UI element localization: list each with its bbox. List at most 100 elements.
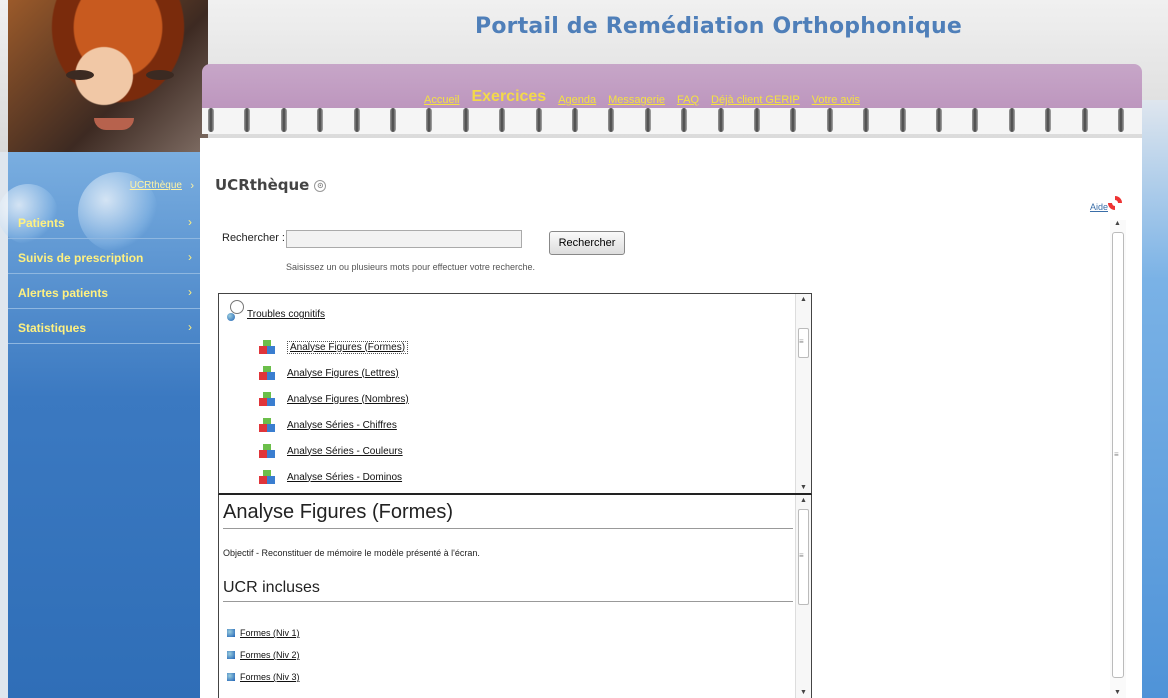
right-decorative-strip xyxy=(1142,100,1168,698)
scroll-up-icon[interactable]: ▲ xyxy=(1114,220,1121,227)
scroll-down-icon[interactable]: ▼ xyxy=(800,484,807,491)
spiral-ring xyxy=(535,108,542,132)
cubes-icon xyxy=(259,470,275,484)
scroll-down-icon[interactable]: ▼ xyxy=(1114,689,1121,696)
tree-root: Troubles cognitifs xyxy=(227,300,325,321)
site-title: Portail de Remédiation Orthophonique xyxy=(475,14,962,39)
header: Portail de Remédiation Orthophonique Acc… xyxy=(0,0,1168,152)
sidebar-item-suivis[interactable]: Suivis de prescription › xyxy=(8,239,200,274)
tree-item[interactable]: Analyse Séries - Dominos xyxy=(259,464,409,490)
spiral-ring xyxy=(572,108,578,132)
sidebar-item-alertes[interactable]: Alertes patients › xyxy=(8,274,200,309)
sidebar-menu: Patients › Suivis de prescription › Aler… xyxy=(8,204,200,344)
spiral-ring xyxy=(244,108,251,132)
chevron-right-icon: › xyxy=(188,320,192,334)
tree-item-link[interactable]: Analyse Séries - Chiffres xyxy=(287,420,397,431)
detail-scrollbar[interactable]: ▲ ≡ ▼ xyxy=(795,495,811,698)
app-page: Portail de Remédiation Orthophonique Acc… xyxy=(0,0,1168,698)
tree-scrollbar[interactable]: ▲ ≡ ▼ xyxy=(795,294,811,493)
spiral-ring xyxy=(754,108,760,132)
spiral-band xyxy=(202,108,1142,134)
included-link[interactable]: Formes (Niv 3) xyxy=(240,672,300,682)
tree-item[interactable]: Analyse Séries - Chiffres xyxy=(259,412,409,438)
spiral-ring xyxy=(390,108,396,132)
lifebuoy-icon[interactable] xyxy=(1108,196,1122,210)
spiral-ring xyxy=(426,108,433,132)
spiral-ring xyxy=(499,108,506,132)
tree-item-link[interactable]: Analyse Figures (Lettres) xyxy=(287,368,399,379)
spiral-ring xyxy=(863,108,870,132)
top-nav: Accueil Exercices Agenda Messagerie FAQ … xyxy=(418,78,866,106)
tree-item-link[interactable]: Analyse Figures (Nombres) xyxy=(287,394,409,405)
spiral-ring xyxy=(208,108,214,132)
photo-mouth xyxy=(94,118,134,130)
sidebar-item-label: Patients xyxy=(18,216,65,230)
chevron-right-icon: › xyxy=(188,250,192,264)
sidebar-item-statistiques[interactable]: Statistiques › xyxy=(8,309,200,344)
sidebar: UCRthèque › Patients › Suivis de prescri… xyxy=(0,152,200,698)
tree-item-link[interactable]: Analyse Séries - Couleurs xyxy=(287,446,403,457)
spiral-ring xyxy=(826,108,833,132)
header-photo xyxy=(8,0,208,152)
scroll-up-icon[interactable]: ▲ xyxy=(800,296,807,303)
bullet-icon xyxy=(227,673,235,681)
spiral-ring xyxy=(899,108,906,132)
cubes-icon xyxy=(259,418,275,432)
spiral-ring xyxy=(717,108,724,132)
search-input[interactable] xyxy=(286,230,522,248)
tree-item[interactable]: Analyse Figures (Formes) xyxy=(259,334,409,360)
nav-messagerie[interactable]: Messagerie xyxy=(608,94,665,106)
nav-faq[interactable]: FAQ xyxy=(677,94,699,106)
spiral-ring xyxy=(1045,108,1052,132)
included-title: UCR incluses xyxy=(223,579,793,602)
sidebar-item-label: Suivis de prescription xyxy=(18,251,144,265)
search-button[interactable]: Rechercher xyxy=(549,231,625,255)
sidebar-item-label: Statistiques xyxy=(18,321,87,335)
sidebar-item-patients[interactable]: Patients › xyxy=(8,204,200,239)
tree-item[interactable]: Analyse Séries - Couleurs xyxy=(259,438,409,464)
tree-items: Analyse Figures (Formes) Analyse Figures… xyxy=(259,334,409,493)
ucr-detail-panel: Analyse Figures (Formes) Objectif - Reco… xyxy=(218,495,812,698)
page-title-text: UCRthèque xyxy=(215,176,310,194)
scroll-down-icon[interactable]: ▼ xyxy=(800,689,807,696)
spiral-ring xyxy=(790,108,797,132)
tree-item-link[interactable]: Analyse Figures (Formes) xyxy=(287,340,409,354)
spiral-ring xyxy=(681,108,688,132)
included-link[interactable]: Formes (Niv 1) xyxy=(240,628,300,638)
tree-item-link[interactable]: Analyse Séries - Dominos xyxy=(287,472,402,483)
chevron-right-icon: › xyxy=(188,285,192,299)
grip-icon: ≡ xyxy=(799,337,804,346)
nav-accueil[interactable]: Accueil xyxy=(424,94,459,106)
nav-votre-avis[interactable]: Votre avis xyxy=(812,94,860,106)
nav-exercices[interactable]: Exercices xyxy=(471,88,546,106)
ucr-tree-panel: Troubles cognitifs Analyse Figures (Form… xyxy=(218,293,812,495)
cubes-icon xyxy=(259,392,275,406)
included-link[interactable]: Formes (Niv 2) xyxy=(240,650,300,660)
help-link[interactable]: Aide xyxy=(1090,202,1108,212)
cubes-icon xyxy=(259,366,275,380)
circle-chevron-icon[interactable]: ⊙ xyxy=(314,179,327,192)
tree-item[interactable]: Analyse Figures (Nombres) xyxy=(259,386,409,412)
spiral-ring xyxy=(1118,108,1124,132)
page-title: UCRthèque ⊙ xyxy=(215,176,327,194)
nav-deja-client[interactable]: Déjà client GERIP xyxy=(711,94,800,106)
cubes-icon xyxy=(259,444,275,458)
list-item: Formes (Niv 2) xyxy=(227,644,300,666)
bullet-icon xyxy=(227,629,235,637)
spiral-ring xyxy=(462,108,469,132)
spiral-ring xyxy=(972,108,979,132)
nav-agenda[interactable]: Agenda xyxy=(558,94,596,106)
tree-item[interactable]: Analyse Figures (Lettres) xyxy=(259,360,409,386)
sidebar-item-label: Alertes patients xyxy=(18,286,109,300)
breadcrumb-arrow-icon: › xyxy=(190,180,194,192)
list-item: Formes (Niv 1) xyxy=(227,622,300,644)
search-label: Rechercher : xyxy=(222,232,285,244)
scroll-up-icon[interactable]: ▲ xyxy=(800,497,807,504)
chevron-right-icon: › xyxy=(188,215,192,229)
spiral-ring xyxy=(1008,108,1015,132)
tree-root-link[interactable]: Troubles cognitifs xyxy=(247,309,325,320)
sidebar-breadcrumb[interactable]: UCRthèque xyxy=(130,180,182,191)
spiral-ring xyxy=(936,108,942,132)
page-scrollbar[interactable]: ▲ ≡ ▼ xyxy=(1110,220,1126,698)
photo-eye-left xyxy=(66,70,94,80)
